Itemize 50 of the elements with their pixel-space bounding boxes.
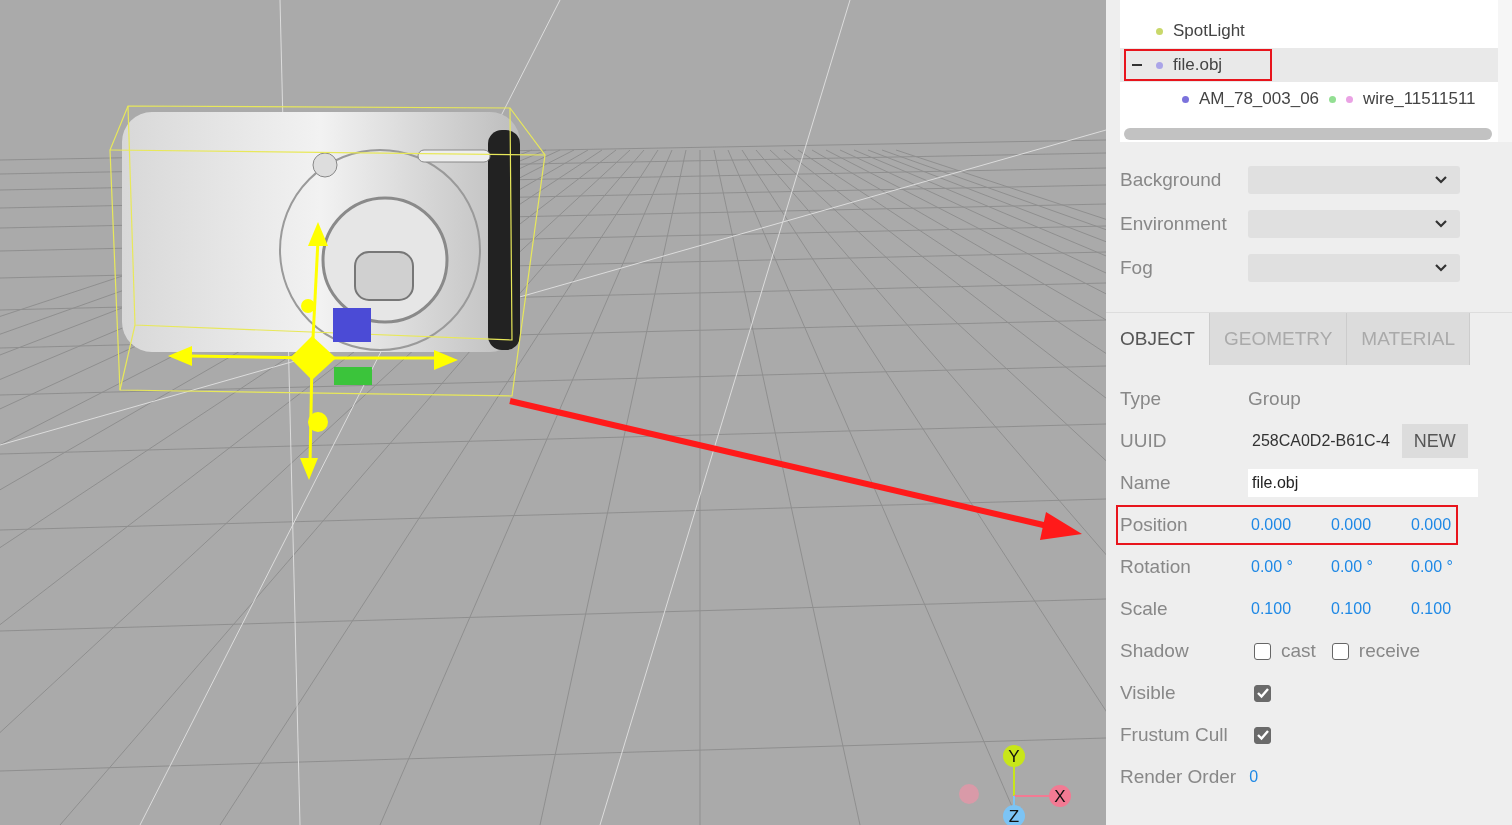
property-label: Shadow	[1120, 640, 1190, 662]
property-label: Render Order	[1120, 766, 1237, 788]
checkbox[interactable]	[1254, 726, 1271, 744]
number-field[interactable]: 0.000	[1411, 516, 1488, 534]
property-label: Scale	[1120, 598, 1169, 620]
item-label: file.obj	[1173, 55, 1223, 75]
name-field[interactable]: file.obj	[1248, 469, 1478, 497]
axis-label: Z	[1008, 807, 1020, 825]
uuid-value: 258CA0D2-B61C-4	[1252, 432, 1390, 450]
number-field[interactable]: 0.100	[1331, 600, 1408, 618]
number-field[interactable]: 0.00 °	[1411, 558, 1488, 576]
number-field[interactable]: 0.00 °	[1251, 558, 1328, 576]
axis-label: X	[1054, 787, 1066, 806]
outliner-row[interactable]: file.obj	[1120, 48, 1498, 82]
chevron-down-icon	[1434, 263, 1448, 273]
property-value: Group	[1248, 388, 1301, 410]
number-field[interactable]: 0.100	[1251, 600, 1328, 618]
chevron-down-icon	[1434, 175, 1448, 185]
dropdown-field[interactable]	[1248, 166, 1460, 194]
transform-gizmo-drawing[interactable]	[168, 222, 458, 480]
checkbox[interactable]	[1331, 642, 1349, 660]
scrollbar[interactable]	[1124, 128, 1492, 140]
item-label: wire_11511511	[1363, 89, 1476, 109]
checkbox[interactable]	[1254, 684, 1271, 702]
property-label: Visible	[1120, 682, 1177, 704]
property-label: UUID	[1120, 430, 1168, 452]
checkbox-label: cast	[1281, 640, 1316, 662]
new-button[interactable]: NEW	[1401, 424, 1468, 458]
dropdown-field[interactable]	[1248, 210, 1460, 238]
property-label: Frustum Cull	[1120, 724, 1229, 746]
number-field[interactable]: 0.00 °	[1331, 558, 1408, 576]
number-field[interactable]: 0.000	[1331, 516, 1408, 534]
property-label: Name	[1120, 472, 1172, 494]
setting-label: Environment	[1120, 213, 1228, 235]
number-field[interactable]: 0	[1249, 768, 1259, 786]
axis-label: Y	[1008, 747, 1020, 766]
number-field[interactable]: 0.000	[1251, 516, 1328, 534]
property-label: Type	[1120, 388, 1163, 410]
item-label: SpotLight	[1173, 21, 1245, 41]
setting-label: Fog	[1120, 257, 1154, 279]
outliner-row[interactable]: SpotLight	[1120, 14, 1498, 48]
setting-label: Background	[1120, 169, 1223, 191]
checkbox[interactable]	[1254, 642, 1271, 660]
property-label: Rotation	[1120, 556, 1192, 578]
property-label: Position	[1120, 514, 1189, 536]
dropdown-field[interactable]	[1248, 254, 1460, 282]
checkbox-label: receive	[1358, 640, 1421, 662]
number-field[interactable]: 0.100	[1411, 600, 1488, 618]
item-label[interactable]: AM_78_003_06	[1199, 89, 1320, 109]
chevron-down-icon	[1434, 219, 1448, 229]
